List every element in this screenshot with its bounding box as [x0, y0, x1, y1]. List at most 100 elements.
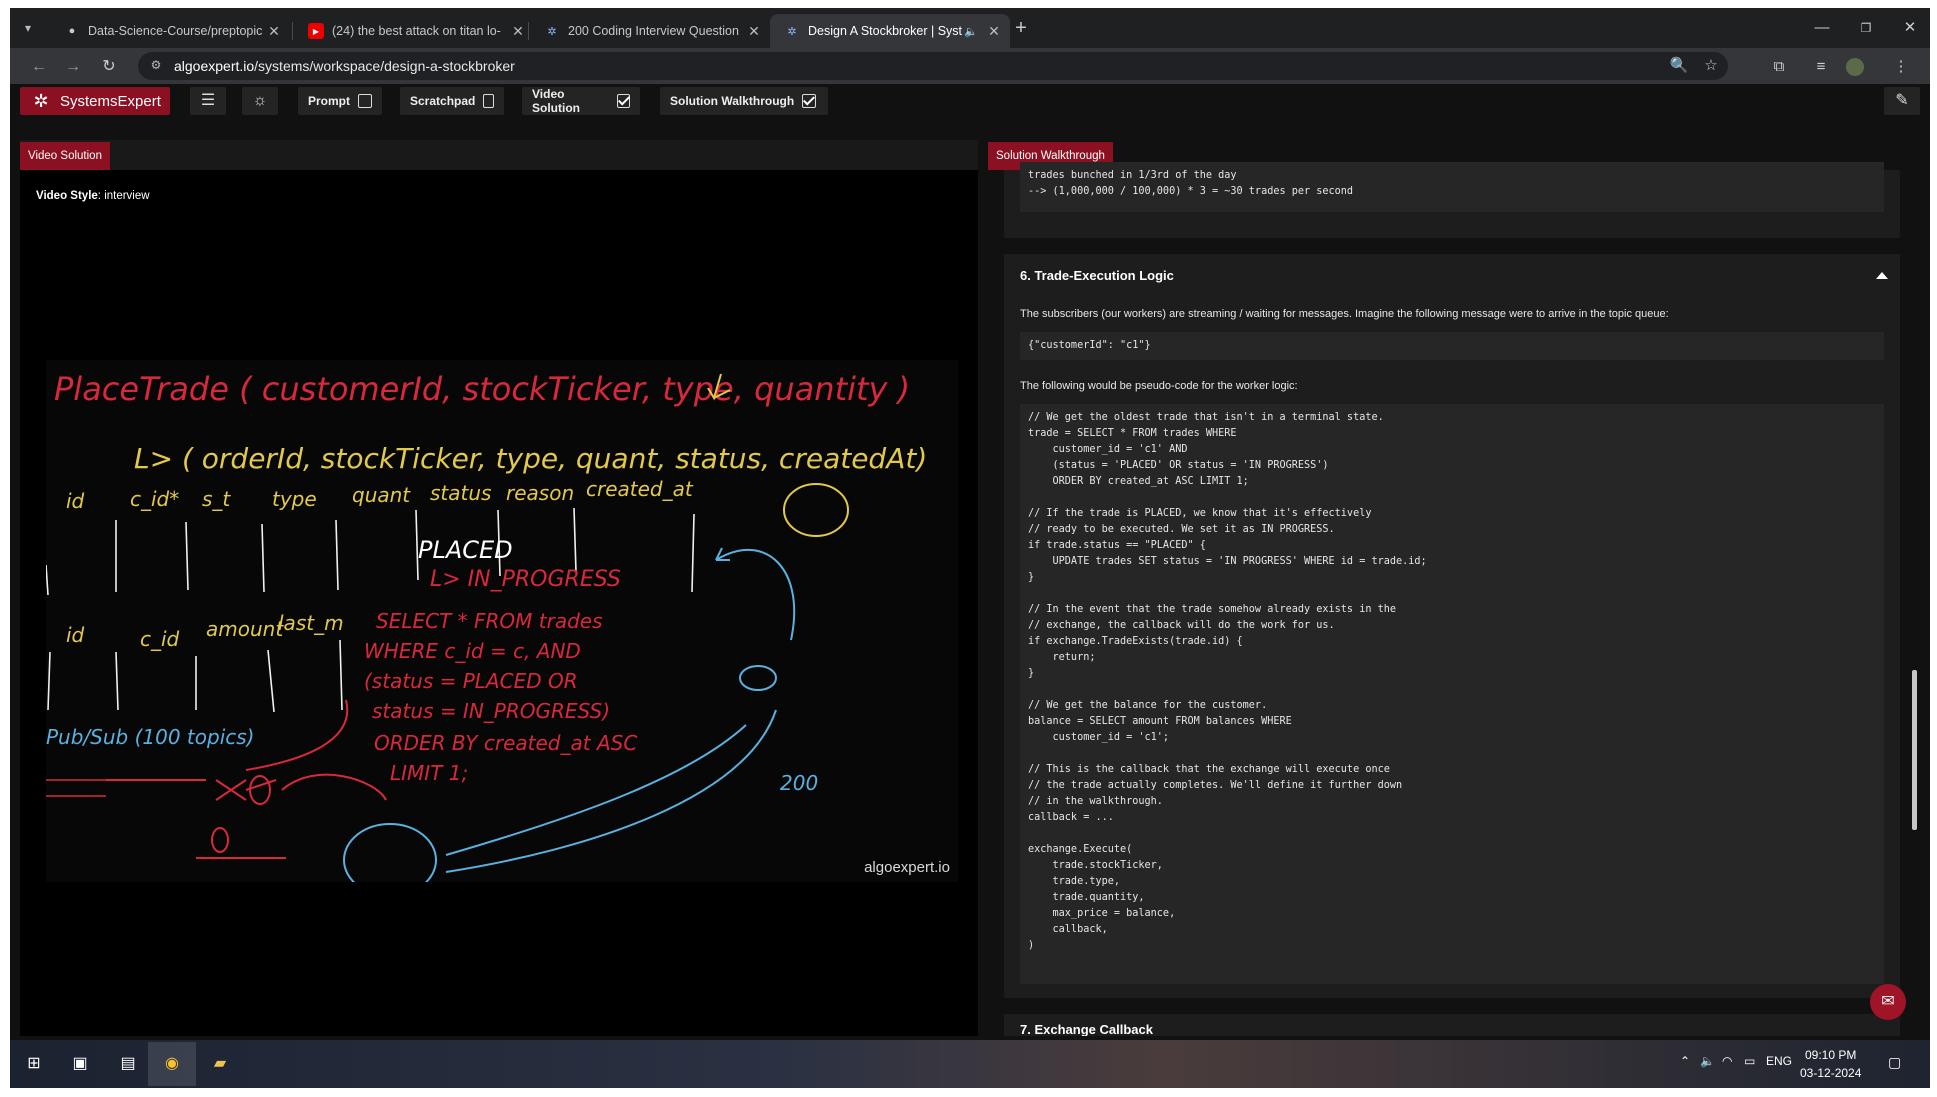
- checkbox-icon[interactable]: [483, 94, 494, 108]
- wb-col-label: reason: [506, 481, 574, 505]
- file-explorer-icon[interactable]: ▰: [206, 1050, 234, 1078]
- close-tab-icon[interactable]: ✕: [508, 23, 528, 40]
- video-style-label: Video Style: interview: [36, 190, 150, 202]
- video-watermark: algoexpert.io: [864, 859, 950, 876]
- checkbox-checked-icon[interactable]: [802, 94, 817, 108]
- tab-title: Data-Science-Course/preptopic: [88, 24, 263, 38]
- solution-walkthrough-toggle[interactable]: Solution Walkthrough: [660, 87, 828, 115]
- clock-time: 09:10 PM: [1805, 1048, 1857, 1062]
- app-icon[interactable]: ▤: [114, 1050, 142, 1078]
- bookmark-star-icon[interactable]: ☆: [1700, 55, 1722, 77]
- wb-sql-line: LIMIT 1;: [390, 761, 468, 785]
- tab-search-button[interactable]: ▾: [16, 16, 40, 40]
- scroll-thumb[interactable]: [1912, 670, 1917, 830]
- wb-col-label: c_id: [140, 627, 180, 651]
- screen: ▾ ● Data-Science-Course/preptopic ✕ ▶ (2…: [10, 8, 1930, 1088]
- browser-tab[interactable]: ✲ 200 Coding Interview Question ✕: [530, 14, 770, 48]
- wb-col-label: type: [272, 487, 317, 511]
- brand-logo[interactable]: ✲ SystemsExpert: [20, 87, 170, 115]
- volume-icon[interactable]: 🔈: [1700, 1054, 1715, 1068]
- video-solution-tab[interactable]: Video Solution: [20, 142, 110, 170]
- tray-expand-icon[interactable]: ⌃: [1680, 1054, 1690, 1068]
- wb-inprogress-text: L> IN_PROGRESS: [430, 567, 621, 592]
- task-view-icon[interactable]: ▣: [66, 1050, 94, 1078]
- section-paragraph: The subscribers (our workers) are stream…: [1020, 308, 1669, 320]
- wb-sql-line: status = IN_PROGRESS): [372, 699, 610, 723]
- forward-button[interactable]: →: [62, 56, 84, 78]
- section-title[interactable]: 7. Exchange Callback: [1020, 1022, 1153, 1036]
- help-chat-button[interactable]: ✉: [1870, 984, 1906, 1020]
- browser-tab[interactable]: ● Data-Science-Course/preptopic ✕: [50, 14, 290, 48]
- wifi-icon[interactable]: ◠: [1722, 1054, 1732, 1068]
- checkbox-icon[interactable]: [358, 94, 372, 108]
- back-button[interactable]: ←: [28, 56, 50, 78]
- wb-col-label: last_m: [278, 611, 344, 635]
- section-title[interactable]: 6. Trade-Execution Logic: [1020, 268, 1174, 283]
- close-tab-icon[interactable]: ✕: [264, 23, 284, 40]
- prompt-toggle[interactable]: Prompt: [298, 87, 382, 115]
- url-text[interactable]: algoexpert.io/systems/workspace/design-a…: [174, 58, 515, 74]
- wb-sql-line: ORDER BY created_at ASC: [374, 731, 637, 755]
- collapse-chevron-icon[interactable]: [1876, 272, 1888, 279]
- whiteboard-drawing: PlaceTrade ( customerId, stockTicker, ty…: [46, 370, 927, 882]
- toggle-label: Solution Walkthrough: [670, 94, 795, 108]
- prev-code-block: trades bunched in 1/3rd of the day --> (…: [1020, 162, 1884, 212]
- walkthrough-panel: trades bunched in 1/3rd of the day --> (…: [988, 162, 1918, 1036]
- wb-col-label: quant: [352, 483, 411, 507]
- reload-button[interactable]: ↻: [98, 56, 120, 78]
- wb-col-label: id: [66, 623, 85, 647]
- language-indicator[interactable]: ENG: [1766, 1054, 1792, 1068]
- browser-tab[interactable]: ▶ (24) the best attack on titan lo- ✕: [294, 14, 534, 48]
- browser-menu-icon[interactable]: ⋮: [1890, 56, 1912, 78]
- algoexpert-icon: ✲: [547, 25, 557, 38]
- media-controls-icon[interactable]: ≡: [1810, 56, 1832, 78]
- wb-sql-line: SELECT * FROM trades: [376, 609, 603, 633]
- notifications-icon[interactable]: ▢: [1888, 1054, 1901, 1071]
- browser-tab-active[interactable]: ✲ Design A Stockbroker | Syst 🔈 ✕: [770, 14, 1010, 48]
- extensions-icon[interactable]: ⧉: [1768, 56, 1790, 78]
- windows-start-icon[interactable]: ⊞: [20, 1050, 48, 1078]
- wb-200-text: 200: [780, 771, 818, 795]
- wb-col-label: status: [430, 481, 491, 505]
- video-panel: Video Style: interview PlaceTrade ( cust…: [20, 170, 978, 1036]
- wb-sql-line: (status = PLACED OR: [364, 669, 578, 693]
- battery-icon[interactable]: ▭: [1744, 1054, 1755, 1068]
- wb-col-label: c_id*: [130, 487, 179, 511]
- new-tab-button[interactable]: +: [1010, 18, 1032, 40]
- tab-title: 200 Coding Interview Question: [568, 24, 739, 38]
- profile-avatar[interactable]: [1846, 58, 1864, 76]
- speaker-icon[interactable]: 🔈: [964, 25, 978, 38]
- section-6-card: 6. Trade-Execution Logic The subscribers…: [1004, 254, 1900, 998]
- video-panel-header: Video Solution: [20, 140, 978, 170]
- menu-list-icon[interactable]: ☰: [190, 87, 226, 115]
- algoexpert-icon: ✲: [787, 25, 797, 38]
- wb-sql-line: WHERE c_id = c, AND: [364, 639, 581, 663]
- github-icon: ●: [68, 25, 76, 37]
- wb-col-label: s_t: [202, 487, 231, 511]
- systemsexpert-logo-icon: ✲: [33, 91, 49, 111]
- clock[interactable]: 09:10 PM 03-12-2024: [1800, 1046, 1861, 1082]
- close-tab-icon[interactable]: ✕: [744, 23, 764, 40]
- video-solution-toggle[interactable]: Video Solution: [522, 87, 640, 115]
- scratchpad-toggle[interactable]: Scratchpad: [400, 87, 504, 115]
- zoom-icon[interactable]: 🔍: [1668, 55, 1690, 77]
- close-tab-icon[interactable]: ✕: [984, 23, 1004, 40]
- minimize-button[interactable]: —: [1802, 16, 1842, 40]
- wb-pubsub-text: Pub/Sub (100 topics): [46, 725, 254, 749]
- close-window-button[interactable]: ✕: [1890, 16, 1930, 40]
- site-settings-icon[interactable]: ⚙: [148, 58, 164, 74]
- video-player[interactable]: PlaceTrade ( customerId, stockTicker, ty…: [46, 360, 958, 882]
- section-7-card: 7. Exchange Callback: [1004, 1014, 1900, 1036]
- omnibox[interactable]: ⚙ algoexpert.io/systems/workspace/design…: [138, 52, 1728, 80]
- wb-order-fields-text: L> ( orderId, stockTicker, type, quant, …: [134, 442, 927, 475]
- youtube-icon: ▶: [308, 23, 324, 39]
- theme-sun-icon[interactable]: ☼: [242, 87, 278, 115]
- app-header: ✲ SystemsExpert ☰ ☼ Prompt Scratchpad Vi…: [10, 84, 1930, 118]
- previous-section-card: trades bunched in 1/3rd of the day --> (…: [1004, 162, 1900, 238]
- restore-button[interactable]: ❐: [1846, 16, 1886, 40]
- feedback-icon[interactable]: ✎: [1884, 87, 1920, 115]
- checkbox-checked-icon[interactable]: [616, 94, 630, 108]
- chrome-icon[interactable]: ◉: [158, 1050, 186, 1078]
- section-paragraph: The following would be pseudo-code for t…: [1020, 380, 1298, 392]
- walkthrough-scrollbar[interactable]: [1910, 170, 1918, 1068]
